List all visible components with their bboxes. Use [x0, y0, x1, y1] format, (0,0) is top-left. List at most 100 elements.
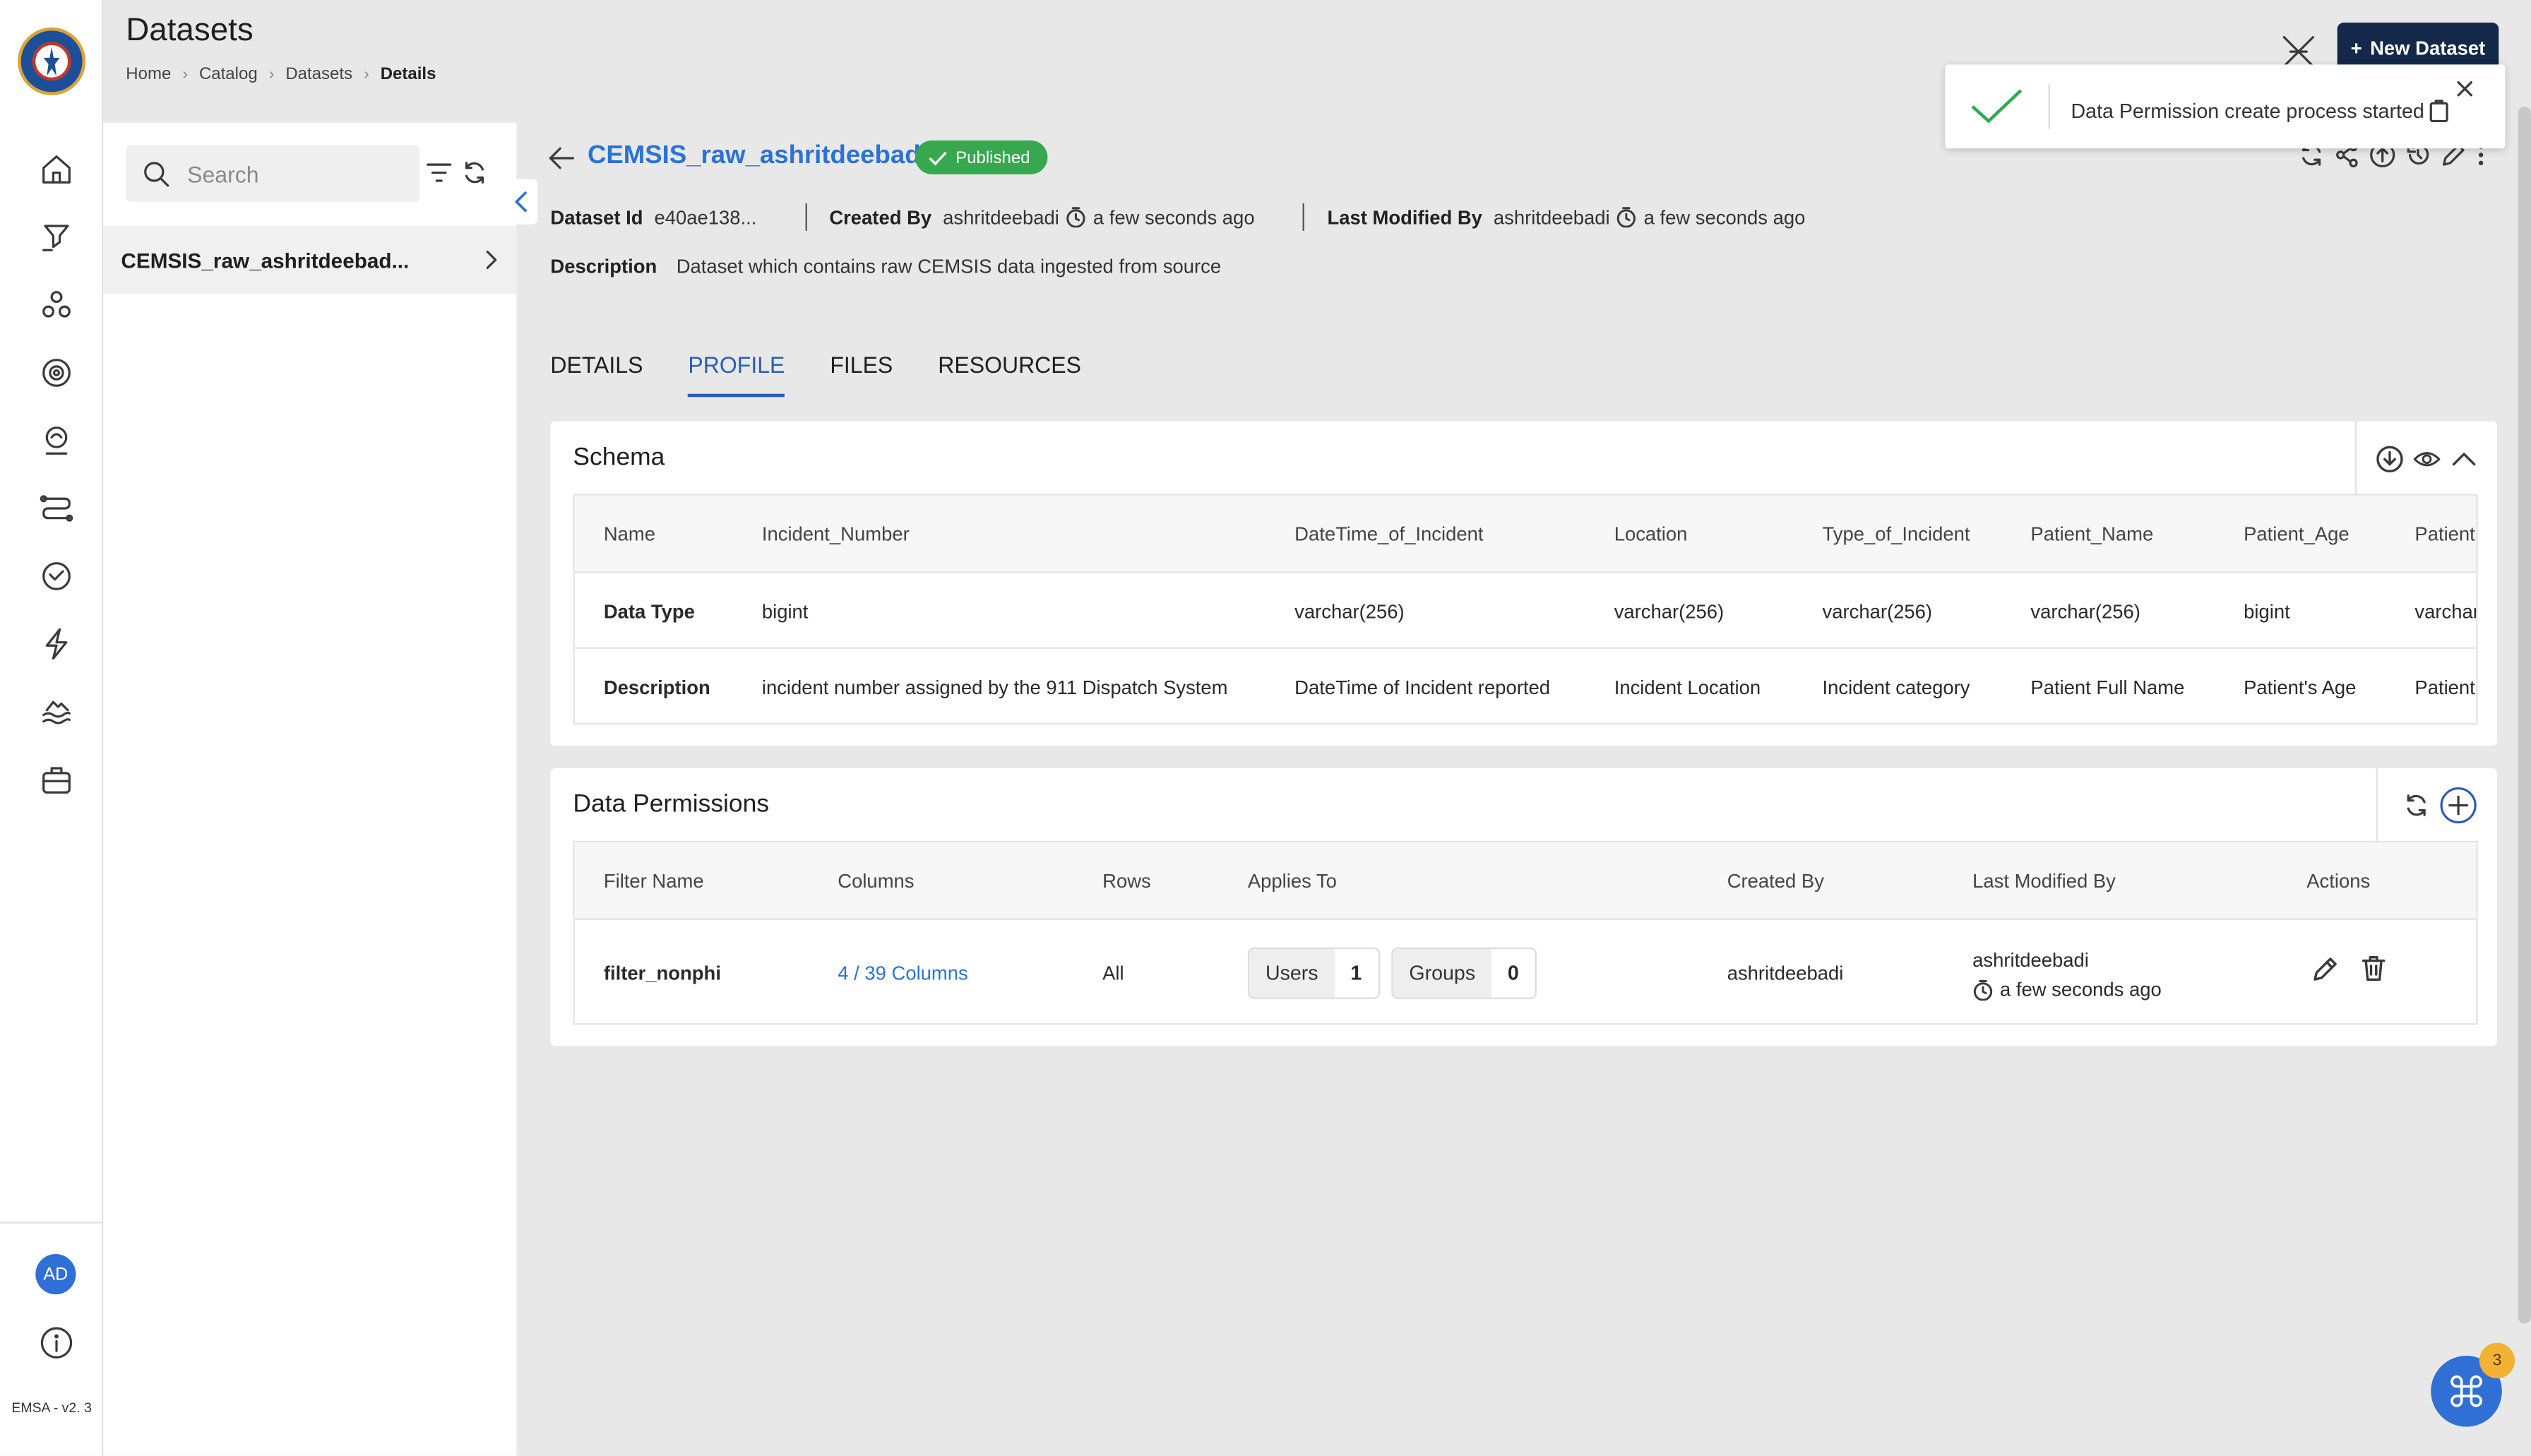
schema-cell: varchar(256) [1822, 599, 1933, 623]
collapse-panel-button[interactable] [505, 179, 538, 225]
app-version: EMSA - v2. 3 [11, 1399, 92, 1416]
dataset-list-panel: CEMSIS_raw_ashritdeebad... [103, 122, 517, 1456]
schema-cell: Incident category [1822, 675, 1970, 698]
table-row: filter_nonphi 4 / 39 Columns All Users 1… [574, 918, 2477, 1024]
avatar[interactable]: AD [35, 1253, 76, 1295]
close-icon[interactable] [2457, 80, 2473, 97]
workflows-icon[interactable] [32, 484, 81, 533]
column-header: Applies To [1247, 869, 1337, 893]
schema-cell: DateTime_of_Incident [1294, 523, 1484, 546]
modified-time: a few seconds ago [1643, 205, 1806, 229]
permissions-title: Data Permissions [573, 790, 770, 818]
monitor-icon[interactable] [32, 417, 81, 465]
add-permission-icon[interactable] [2439, 786, 2478, 825]
dataset-id-value[interactable]: e40ae138... [655, 205, 757, 228]
toast-divider [2048, 83, 2050, 129]
dataset-id-label: Dataset Id [550, 205, 643, 229]
chevron-right-icon [486, 250, 497, 270]
chevron-up-icon[interactable] [2450, 445, 2478, 472]
meta-divider [1303, 203, 1305, 231]
column-header: Created By [1727, 869, 1824, 893]
breadcrumb: Home › Catalog › Datasets › Details [126, 64, 436, 83]
schema-row-description: Description incident number assigned by … [574, 647, 2477, 723]
notification-badge: 3 [2479, 1342, 2515, 1378]
emsa-logo[interactable] [18, 27, 86, 95]
rail-divider [0, 1222, 104, 1224]
side-rail: AD EMSA - v2. 3 [0, 0, 104, 1456]
dataset-name[interactable]: CEMSIS_raw_ashritdeebadi [588, 142, 928, 171]
modified-by-label: Last Modified By [1327, 205, 1482, 229]
page-scrollbar[interactable] [2518, 106, 2531, 1324]
schema-row-type: Data Type bigint varchar(256) varchar(25… [574, 571, 2478, 649]
schema-cell: Location [1614, 523, 1688, 546]
tab-files[interactable]: FILES [830, 352, 893, 397]
modified-by-cell: ashritdeebadi a few seconds ago [1972, 948, 2162, 1001]
breadcrumb-catalog[interactable]: Catalog [199, 64, 258, 83]
column-header: Actions [2306, 869, 2371, 893]
created-by-cell: ashritdeebadi [1727, 961, 1844, 984]
tab-resources[interactable]: RESOURCES [938, 352, 1081, 397]
schema-cell: varchar(256) [1614, 599, 1725, 623]
modified-by-value: ashritdeebadi [1493, 205, 1610, 229]
column-header: Filter Name [603, 869, 704, 893]
home-icon[interactable] [32, 145, 81, 194]
filter-icon[interactable] [426, 162, 452, 184]
settings-icon[interactable] [32, 349, 81, 398]
schema-cell: Patient [2414, 675, 2475, 698]
schema-tools [2354, 421, 2497, 496]
refresh-icon[interactable] [2403, 792, 2429, 818]
clipboard-icon[interactable] [2428, 98, 2450, 123]
back-arrow-icon[interactable] [547, 143, 576, 172]
download-icon[interactable] [2376, 445, 2404, 472]
search-input[interactable] [187, 160, 398, 186]
chevron-right-icon: › [182, 65, 188, 83]
refresh-icon[interactable] [462, 160, 488, 186]
schema-cell: bigint [761, 599, 809, 623]
filter-name: filter_nonphi [603, 961, 721, 984]
tab-profile[interactable]: PROFILE [688, 352, 785, 398]
info-icon[interactable] [32, 1318, 81, 1367]
breadcrumb-datasets[interactable]: Datasets [285, 64, 352, 83]
models-icon[interactable] [32, 281, 81, 330]
check-icon [1971, 89, 2023, 124]
dataset-meta: Dataset Id e40ae138... Created By ashrit… [550, 203, 1805, 231]
schema-cell: Incident_Number [761, 523, 910, 546]
data-lake-icon[interactable] [32, 688, 81, 736]
created-time: a few seconds ago [1092, 205, 1255, 229]
chevron-right-icon: › [268, 65, 275, 83]
timer-icon [1617, 207, 1636, 228]
breadcrumb-home[interactable]: Home [126, 64, 171, 83]
toolkit-icon[interactable] [32, 756, 81, 804]
search-box [126, 145, 420, 202]
dataset-list-item[interactable]: CEMSIS_raw_ashritdeebad... [103, 225, 517, 294]
chevron-left-icon [514, 191, 528, 213]
users-chip[interactable]: Users 1 [1247, 947, 1380, 999]
check-icon [929, 150, 947, 165]
dataset-description: Description Dataset which contains raw CE… [550, 255, 1222, 278]
column-header: Last Modified By [1972, 869, 2116, 893]
events-icon[interactable] [32, 620, 81, 669]
column-header: Rows [1102, 869, 1151, 893]
tab-details[interactable]: DETAILS [550, 352, 643, 397]
schema-row-name: Name Incident_Number DateTime_of_Inciden… [574, 495, 2477, 573]
schema-title: Schema [573, 443, 665, 472]
created-by-value: ashritdeebadi [943, 205, 1059, 229]
edit-icon[interactable] [2311, 955, 2339, 983]
permissions-tools [2376, 768, 2497, 843]
detail-tabs: DETAILS PROFILE FILES RESOURCES [550, 352, 1081, 398]
toast-message: Data Permission create process started [2071, 100, 2424, 123]
groups-chip[interactable]: Groups 0 [1391, 947, 1537, 999]
schema-cell: Type_of_Incident [1822, 523, 1970, 546]
columns-link[interactable]: 4 / 39 Columns [838, 961, 967, 984]
schema-cell: bigint [2244, 599, 2290, 623]
rows-value: All [1102, 961, 1124, 984]
schema-cell: varchar [2414, 599, 2478, 623]
schema-cell: Patient Full Name [2030, 675, 2185, 698]
delete-icon[interactable] [2360, 954, 2388, 981]
permissions-header-row: Filter Name Columns Rows Applies To Crea… [574, 842, 2477, 920]
pipeline-icon[interactable] [32, 213, 81, 262]
history-icon[interactable] [32, 552, 81, 601]
eye-icon[interactable] [2413, 445, 2441, 472]
permissions-grid: Filter Name Columns Rows Applies To Crea… [573, 840, 2478, 1025]
page-title: Datasets [126, 13, 254, 49]
